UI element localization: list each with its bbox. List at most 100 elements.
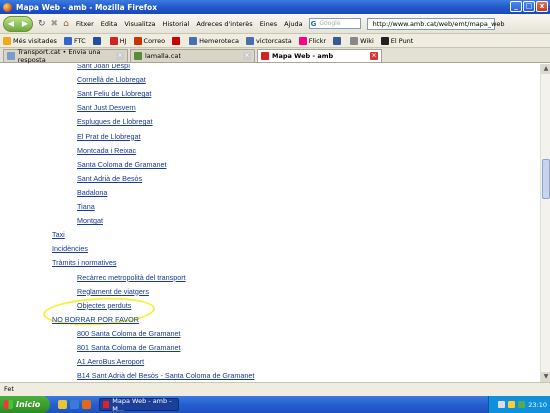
- menu-visualitza[interactable]: Visualitza: [124, 20, 155, 28]
- sitemap-link[interactable]: 800 Santa Coloma de Gramanet: [77, 329, 180, 338]
- bookmark-favicon-icon: [298, 36, 307, 45]
- ie-icon[interactable]: [70, 400, 79, 409]
- menu-fitxer[interactable]: Fitxer: [76, 20, 94, 28]
- maximize-button[interactable]: □: [523, 1, 535, 12]
- page-content: Sant Joan Despí Cornellà de Llobregat Sant…: [0, 64, 540, 382]
- tray-security-icon[interactable]: [518, 401, 526, 408]
- navigation-toolbar: ◀ ▶ ↻ ✖ ⌂ Fitxer Edita Visualitza Histor…: [0, 14, 550, 34]
- menu-bar: Fitxer Edita Visualitza Historial Adrece…: [76, 20, 303, 28]
- sitemap-link[interactable]: A1 AeroBus Aeroport: [77, 357, 144, 366]
- minimize-button[interactable]: _: [510, 1, 522, 12]
- tray-network-icon[interactable]: [498, 401, 506, 408]
- bookmark-item[interactable]: El Punt: [380, 36, 414, 45]
- title-bar: Mapa Web - amb - Mozilla Firefox _ □ x: [0, 0, 550, 14]
- sitemap-link[interactable]: Recàrrec metropolità del transport: [77, 273, 186, 282]
- firefox-quick-icon[interactable]: [82, 400, 91, 409]
- start-button[interactable]: Inicio: [0, 396, 50, 413]
- tab-close-icon[interactable]: ×: [370, 52, 378, 60]
- sitemap-link[interactable]: Montgat: [77, 216, 103, 225]
- sitemap-link[interactable]: Sant Just Desvern: [77, 103, 136, 112]
- bookmark-label: HJ: [119, 36, 127, 45]
- quick-launch: [58, 400, 91, 409]
- bookmark-favicon-icon: [380, 36, 389, 45]
- bookmark-label: El Punt: [390, 36, 414, 45]
- sitemap-link[interactable]: Badalona: [77, 188, 107, 197]
- vertical-scrollbar[interactable]: ▲ ▼: [540, 64, 550, 382]
- stop-icon[interactable]: ✖: [51, 19, 59, 29]
- sitemap-link[interactable]: Incidències: [52, 244, 88, 253]
- sitemap-link[interactable]: Esplugues de Llobregat: [77, 117, 153, 126]
- scroll-down-icon[interactable]: ▼: [541, 372, 550, 382]
- sitemap-link[interactable]: Reglament de viatgers: [77, 287, 149, 296]
- sitemap-link[interactable]: El Prat de Llobregat: [77, 132, 141, 141]
- bookmark-item[interactable]: Correo: [133, 36, 165, 45]
- bookmark-item[interactable]: [333, 36, 343, 45]
- forward-arrow-icon[interactable]: ▶: [22, 19, 28, 28]
- sitemap-link[interactable]: 801 Santa Coloma de Gramanet: [77, 343, 180, 352]
- back-forward-buttons[interactable]: ◀ ▶: [3, 15, 33, 32]
- reload-icon[interactable]: ↻: [38, 19, 46, 29]
- bookmark-item[interactable]: Hemeroteca: [189, 36, 239, 45]
- address-url: http://www.amb.cat/web/emt/mapa_web: [372, 19, 505, 28]
- windows-logo-icon: [4, 400, 13, 409]
- bookmark-favicon-icon: [350, 36, 359, 45]
- bookmark-favicon-icon: [133, 36, 142, 45]
- bookmark-label: FTC: [73, 36, 86, 45]
- sitemap-link[interactable]: Sant Adrià de Besòs: [77, 174, 142, 183]
- start-label: Inicio: [16, 400, 41, 409]
- bookmark-label: Hemeroteca: [199, 36, 239, 45]
- tab-strip: Transport.cat • Envia una resposta × lamal…: [0, 48, 550, 64]
- window-controls: _ □ x: [510, 1, 548, 12]
- tab-favicon-icon: [261, 52, 269, 60]
- sitemap-link[interactable]: Objectes perduts: [77, 301, 131, 310]
- status-text: Fet: [4, 385, 14, 393]
- menu-edita[interactable]: Edita: [101, 20, 118, 28]
- browser-tab[interactable]: Mapa Web - amb ×: [257, 49, 382, 62]
- menu-adreces[interactable]: Adreces d'interès: [196, 20, 252, 28]
- sitemap-link[interactable]: Tràmits i normatives: [52, 258, 116, 267]
- bookmark-favicon-icon: [92, 36, 101, 45]
- tray-volume-icon[interactable]: [508, 401, 516, 408]
- tab-close-icon[interactable]: ×: [243, 52, 251, 60]
- bookmark-item[interactable]: FTC: [63, 36, 86, 45]
- search-input[interactable]: G Google: [308, 18, 361, 29]
- window-favicon-icon: [103, 401, 110, 408]
- bookmark-item[interactable]: [172, 36, 182, 45]
- tab-label: Transport.cat • Envia una resposta: [17, 48, 101, 64]
- back-arrow-icon[interactable]: ◀: [8, 19, 14, 28]
- bookmark-item[interactable]: HJ: [109, 36, 127, 45]
- bookmark-item[interactable]: victorcasta: [245, 36, 292, 45]
- sitemap-link[interactable]: Sant Feliu de Llobregat: [77, 89, 151, 98]
- bookmark-item[interactable]: Flickr: [298, 36, 326, 45]
- sitemap-link[interactable]: NO BORRAR POR FAVOR: [52, 315, 139, 324]
- sitemap-link[interactable]: Cornellà de Llobregat: [77, 75, 146, 84]
- tab-close-icon[interactable]: ×: [116, 52, 124, 60]
- status-bar: Fet: [0, 382, 550, 396]
- sitemap-link[interactable]: Santa Coloma de Gramanet: [77, 160, 167, 169]
- scroll-thumb[interactable]: [542, 159, 550, 199]
- sitemap-link[interactable]: B14 Sant Adrià del Besòs - Santa Coloma …: [77, 371, 254, 380]
- sitemap-link[interactable]: Sant Joan Despí: [77, 64, 130, 70]
- bookmark-item[interactable]: Més visitades: [3, 36, 57, 45]
- bookmark-item[interactable]: [92, 36, 103, 45]
- bookmark-favicon-icon: [172, 36, 181, 45]
- menu-ajuda[interactable]: Ajuda: [284, 20, 302, 28]
- window-title: Mapa Web - amb - Mozilla Firefox: [16, 2, 158, 12]
- address-bar[interactable]: http://www.amb.cat/web/emt/mapa_web: [366, 17, 505, 30]
- browser-tab[interactable]: lamalla.cat ×: [130, 49, 255, 62]
- menu-historial[interactable]: Historial: [163, 20, 190, 28]
- desktop-icon[interactable]: [58, 400, 67, 409]
- bookmark-item[interactable]: Wiki: [350, 36, 374, 45]
- tab-label: Mapa Web - amb: [272, 52, 334, 60]
- sitemap-link[interactable]: Montcada i Reixac: [77, 146, 136, 155]
- sitemap-link[interactable]: Taxi: [52, 230, 65, 239]
- clock: 23:10: [528, 400, 547, 409]
- menu-eines[interactable]: Eines: [260, 20, 277, 28]
- browser-tab[interactable]: Transport.cat • Envia una resposta ×: [3, 48, 128, 64]
- taskbar-window-button[interactable]: Mapa Web - amb - M...: [99, 397, 179, 413]
- close-button[interactable]: x: [536, 1, 548, 12]
- bookmark-favicon-icon: [245, 36, 254, 45]
- scroll-up-icon[interactable]: ▲: [541, 64, 550, 74]
- sitemap-link[interactable]: Tiana: [77, 202, 95, 211]
- home-icon[interactable]: ⌂: [63, 19, 69, 29]
